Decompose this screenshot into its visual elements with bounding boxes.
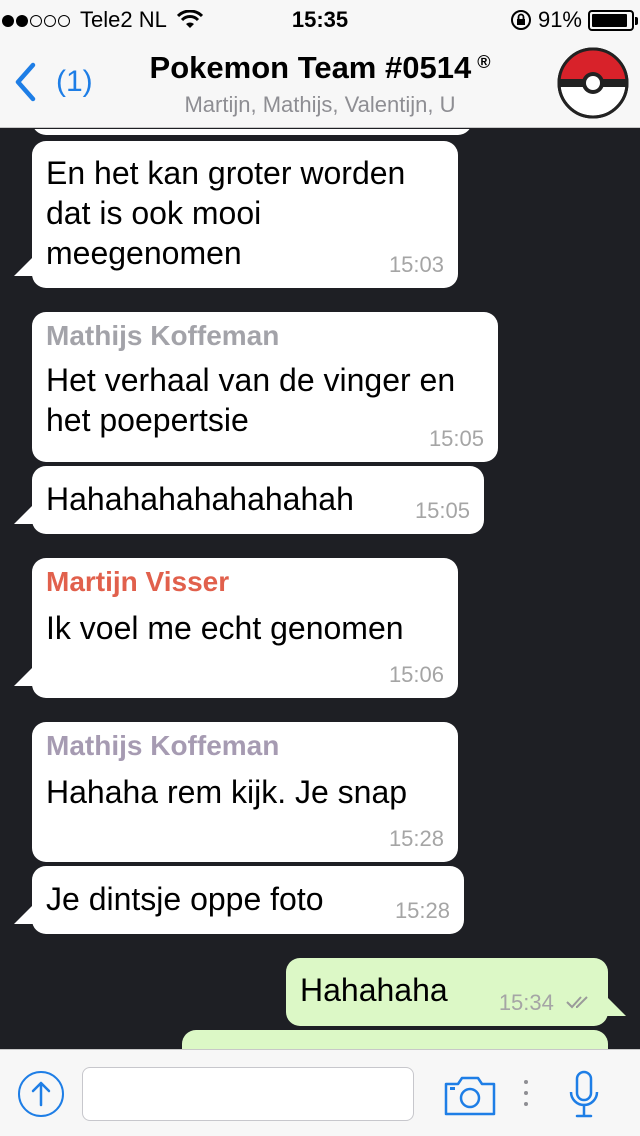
message-2[interactable]: Mathijs Koffeman Het verhaal van de ving… <box>32 312 498 462</box>
battery-percent: 91% <box>537 7 582 32</box>
message-tail <box>14 664 36 686</box>
battery-icon <box>588 9 638 31</box>
attach-button[interactable] <box>18 1071 64 1117</box>
chat-header: (1) Pokemon Team #0514 ® Martijn, Mathijs… <box>0 40 640 128</box>
message-time: 15:05 <box>414 498 470 523</box>
message-text-line: het poepertsie <box>46 402 249 438</box>
sender-name: Mathijs Koffeman <box>46 730 280 761</box>
message-time: 15:06 <box>388 662 444 687</box>
message-input[interactable] <box>82 1067 414 1121</box>
message-text-line: Hahahahahahahahah <box>46 481 354 517</box>
message-text-line: Het verhaal van de vinger en <box>46 362 456 398</box>
message-text-line: Hahaha rem kijk. Je snap <box>46 774 408 810</box>
compose-bar <box>0 1049 640 1136</box>
camera-icon[interactable] <box>444 1074 496 1116</box>
upload-arrow-icon <box>31 1081 51 1107</box>
microphone-icon[interactable] <box>566 1070 602 1120</box>
unread-count: (1) <box>56 65 93 98</box>
chat-participants: Martijn, Mathijs, Valentijn, U <box>184 92 456 117</box>
sender-name: Martijn Visser <box>46 566 230 597</box>
double-check-icon <box>566 996 588 1009</box>
message-text-line: En het kan groter worden <box>46 155 406 191</box>
registered-mark: ® <box>477 52 491 72</box>
battery-level <box>592 13 627 27</box>
partial-message <box>32 129 472 135</box>
chevron-left-icon <box>15 62 36 102</box>
more-options-icon[interactable] <box>522 1078 530 1108</box>
message-time: 15:05 <box>428 426 484 451</box>
message-list[interactable]: En het kan groter worden dat is ook mooi… <box>0 129 640 1049</box>
message-text-line: Je dintsje oppe foto <box>46 881 324 917</box>
status-bar: Tele2 NL 15:35 91% <box>0 0 640 40</box>
message-time-row: 15:34 <box>499 990 594 1016</box>
message-3[interactable]: Hahahahahahahahah 15:05 <box>32 466 484 534</box>
message-7-outgoing[interactable]: Hahahaha 15:34 <box>286 958 608 1026</box>
message-5[interactable]: Mathijs Koffeman Hahaha rem kijk. Je sna… <box>32 722 458 862</box>
message-text-line: Ik voel me echt genomen <box>46 610 404 646</box>
back-button[interactable]: (1) <box>14 62 93 102</box>
message-time: 15:34 <box>498 990 554 1015</box>
chat-info[interactable]: Pokemon Team #0514 ® Martijn, Mathijs, Va… <box>100 50 540 118</box>
rotation-lock-icon <box>510 10 531 30</box>
message-1[interactable]: En het kan groter worden dat is ook mooi… <box>32 141 458 288</box>
message-4[interactable]: Martijn Visser Ik voel me echt genomen 1… <box>32 558 458 698</box>
message-time: 15:28 <box>394 898 450 923</box>
message-tail <box>14 902 36 924</box>
message-time: 15:03 <box>388 252 444 277</box>
pokeball-icon[interactable] <box>556 46 630 120</box>
chat-title-row: Pokemon Team #0514 ® <box>100 50 540 86</box>
message-text-line: meegenomen <box>46 235 242 271</box>
status-right: 91% <box>510 7 638 33</box>
message-tail <box>604 994 626 1016</box>
chat-title: Pokemon Team #0514 <box>149 50 472 85</box>
message-6[interactable]: Je dintsje oppe foto 15:28 <box>32 866 464 934</box>
message-tail <box>14 254 36 276</box>
partial-outgoing-message <box>182 1030 608 1049</box>
message-text-line: dat is ook mooi <box>46 195 262 231</box>
message-tail <box>14 502 36 524</box>
message-time: 15:28 <box>388 826 444 851</box>
sender-name: Mathijs Koffeman <box>46 320 280 351</box>
